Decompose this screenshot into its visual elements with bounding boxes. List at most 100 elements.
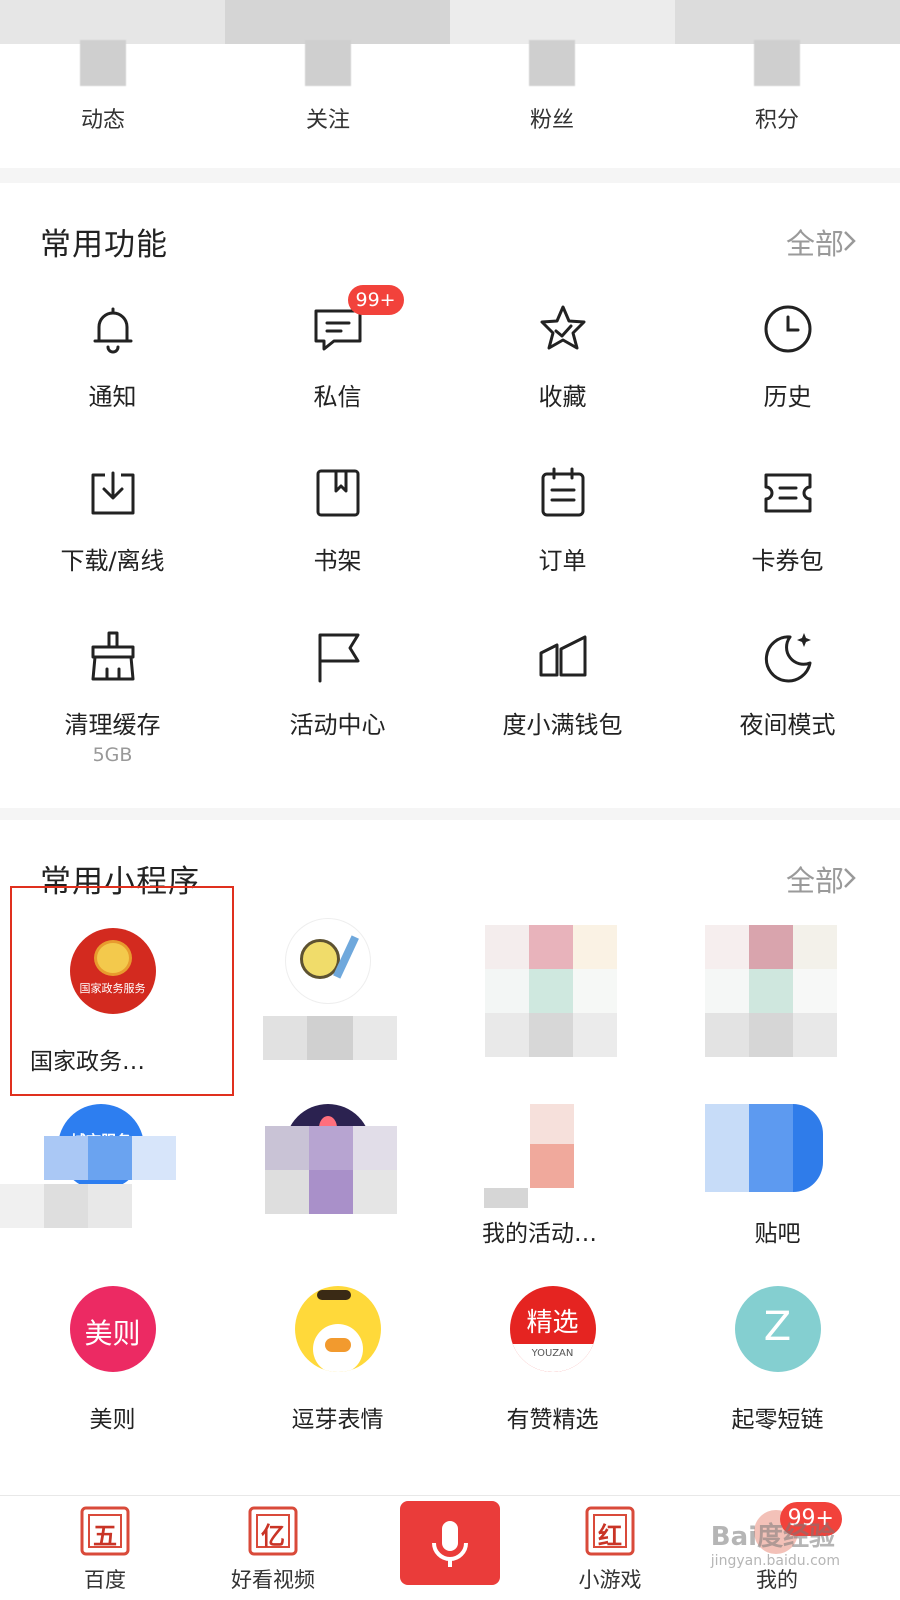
stat-value-blurred [754, 40, 800, 86]
func-bookshelf[interactable]: 书架 [225, 465, 450, 576]
tab-label: 好看视频 [231, 1568, 315, 1592]
func-history[interactable]: 历史 [675, 301, 900, 412]
youzan-sub: YOUZAN [509, 1344, 596, 1372]
mp-qiling-shortlink[interactable]: Z 起零短链 [665, 1286, 890, 1434]
ticket-icon [760, 465, 816, 521]
mini-programs-section: 常用小程序 全部 国家政务服务 国家政务… 我的活动… 贴吧 美则 美则 逗芽表… [0, 820, 900, 1495]
mp-douya-emoji[interactable]: 逗芽表情 [225, 1286, 450, 1434]
func-label: 清理缓存 [64, 711, 161, 739]
film-reel-icon [284, 918, 371, 1004]
view-all-link[interactable]: 全部 [786, 858, 844, 900]
broom-icon [85, 629, 141, 685]
wu-icon: 五 [78, 1504, 132, 1558]
stat-value-blurred [305, 40, 351, 86]
stat-value-blurred [529, 40, 575, 86]
func-coupons[interactable]: 卡券包 [675, 465, 900, 576]
tab-label: 小游戏 [578, 1568, 642, 1592]
stat-following[interactable]: 关注 [268, 40, 388, 134]
hong-icon: 红 [583, 1504, 637, 1558]
voice-search-button[interactable] [400, 1501, 500, 1585]
stat-fans[interactable]: 粉丝 [492, 40, 612, 134]
tab-icon-text: 亿 [261, 1522, 285, 1550]
mp-label: 起零短链 [731, 1407, 824, 1433]
stat-label: 动态 [80, 108, 125, 133]
func-favorites[interactable]: 收藏 [450, 301, 675, 412]
yi-icon: 亿 [246, 1504, 300, 1558]
mp-my-activities[interactable]: 我的活动… [440, 1104, 665, 1248]
meize-icon: 美则 [69, 1286, 156, 1372]
message-icon: 99+ [310, 285, 404, 357]
blurred-mini-program[interactable] [485, 925, 617, 1057]
view-all-link[interactable]: 全部 [786, 221, 844, 263]
mp-youzan[interactable]: 精选 YOUZAN 有赞精选 [440, 1286, 665, 1434]
tab-icon-text: 五 [93, 1522, 117, 1550]
func-night-mode[interactable]: 夜间模式 [675, 629, 900, 740]
mp-label: 逗芽表情 [291, 1407, 384, 1433]
mp-film-app[interactable] [215, 918, 440, 1060]
tab-icon-text: 红 [598, 1522, 622, 1550]
stat-dynamics[interactable]: 动态 [43, 40, 163, 134]
stat-points[interactable]: 积分 [717, 40, 837, 134]
stat-label: 关注 [305, 108, 350, 133]
func-wallet[interactable]: 度小满钱包 [450, 629, 675, 740]
blurred-label [263, 1016, 397, 1060]
bell-icon [85, 301, 141, 357]
watermark-text: Bai度经验 [710, 1522, 836, 1552]
tab-baidu[interactable]: 五 百度 [45, 1504, 165, 1594]
bookshelf-icon [310, 465, 366, 521]
tab-label: 百度 [84, 1568, 126, 1592]
mp-tieba[interactable]: 贴吧 [665, 1104, 890, 1248]
order-icon [535, 465, 591, 521]
cache-size: 5GB [92, 744, 133, 766]
func-clear-cache[interactable]: 清理缓存 5GB [0, 629, 225, 766]
youzan-text: 精选 [526, 1308, 579, 1338]
chevron-right-icon[interactable] [840, 866, 860, 890]
wallet-icon [535, 629, 591, 685]
mp-label: 美则 [89, 1407, 136, 1433]
tab-mini-games[interactable]: 红 小游戏 [550, 1504, 670, 1594]
tieba-icon [705, 1104, 835, 1194]
func-download[interactable]: 下载/离线 [0, 465, 225, 576]
stats-bar: 动态 关注 粉丝 积分 [0, 0, 900, 168]
blurred-app-icon [530, 1104, 574, 1224]
meize-text: 美则 [84, 1317, 141, 1350]
clock-icon [760, 301, 816, 357]
func-orders[interactable]: 订单 [450, 465, 675, 576]
blurred-header [0, 0, 900, 44]
watermark-url: jingyan.baidu.com [710, 1553, 840, 1569]
func-messages[interactable]: 99+ 私信 [225, 285, 450, 412]
z-link-icon: Z [734, 1286, 821, 1372]
download-icon [85, 465, 141, 521]
tab-haokan-video[interactable]: 亿 好看视频 [212, 1504, 334, 1594]
stat-label: 粉丝 [529, 108, 574, 133]
mp-meize[interactable]: 美则 美则 [0, 1286, 225, 1434]
func-label: 书架 [313, 547, 362, 575]
duck-hat [316, 1290, 351, 1300]
func-label: 活动中心 [289, 711, 386, 739]
duck-beak [324, 1338, 351, 1352]
stat-value-blurred [80, 40, 126, 86]
mp-label: 贴吧 [754, 1221, 801, 1247]
func-activity-center[interactable]: 活动中心 [225, 629, 450, 740]
func-label: 度小满钱包 [502, 711, 623, 739]
blurred-label [0, 1136, 180, 1236]
func-notification[interactable]: 通知 [0, 301, 225, 412]
func-label: 收藏 [538, 383, 587, 411]
mp-label: 有赞精选 [506, 1407, 599, 1433]
chevron-right-icon[interactable] [840, 229, 860, 253]
func-label: 私信 [313, 383, 362, 411]
stat-label: 积分 [754, 108, 799, 133]
func-label: 订单 [538, 547, 587, 575]
star-icon [535, 301, 591, 357]
func-label: 历史 [763, 383, 812, 411]
section-title: 常用功能 [40, 227, 168, 263]
func-label: 通知 [88, 383, 137, 411]
func-label: 卡券包 [751, 547, 824, 575]
blurred-mini-program[interactable] [705, 925, 837, 1057]
highlight-annotation-box [10, 886, 234, 1096]
bottom-tab-bar: 五 百度 亿 好看视频 红 小游戏 我的 99+ Bai度经验 jingyan.… [0, 1495, 900, 1600]
moon-icon [760, 629, 816, 685]
blurred-label [484, 1188, 528, 1218]
func-label: 夜间模式 [739, 711, 836, 739]
common-functions-section: 常用功能 全部 通知 99+ 私信 收藏 历史 下载/离线 书架 订单 卡券包 … [0, 183, 900, 808]
